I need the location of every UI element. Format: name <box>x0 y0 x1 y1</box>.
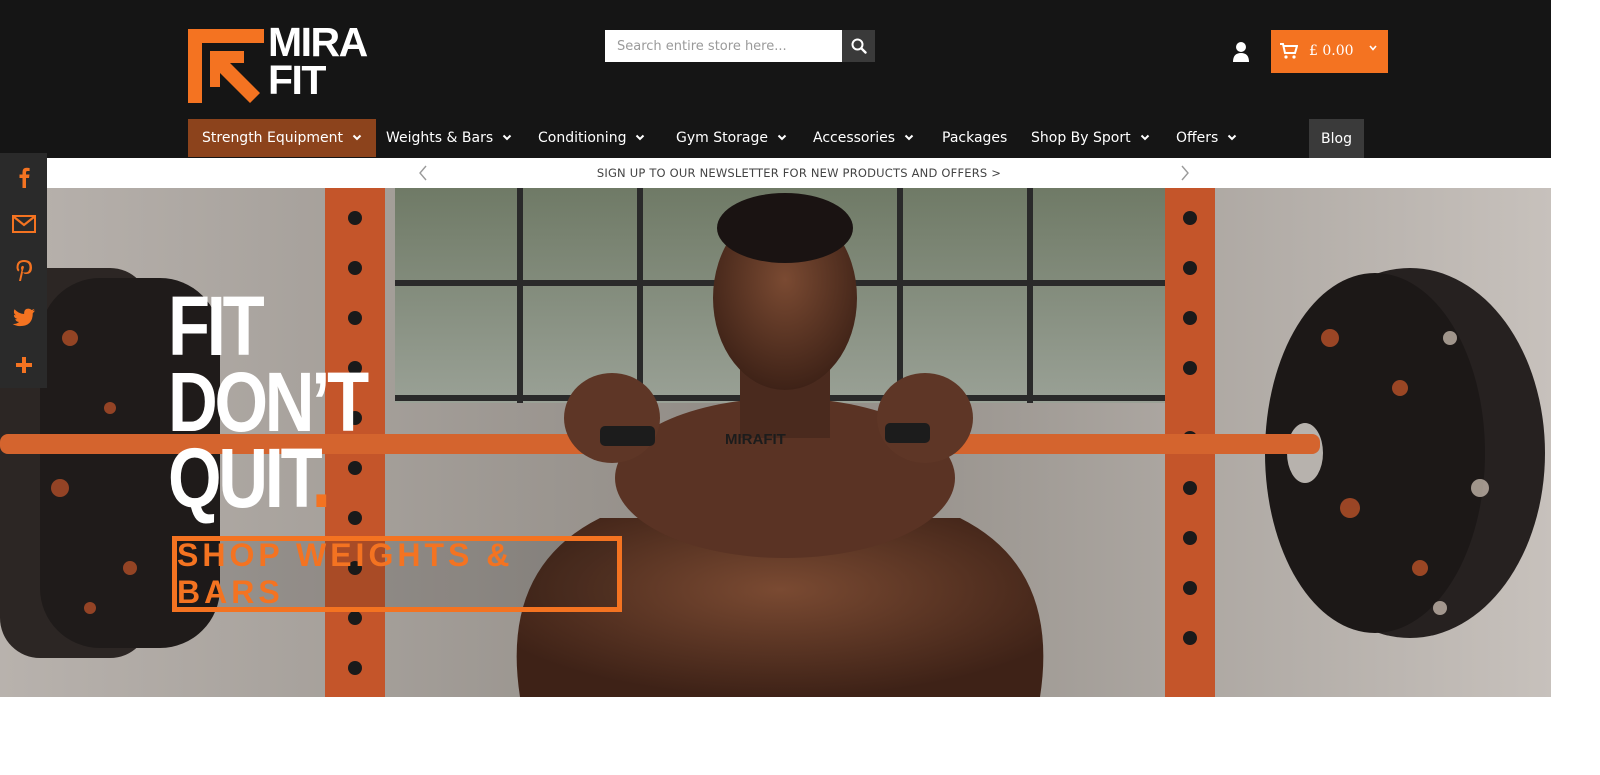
chevron-down-icon <box>502 134 512 141</box>
twitter-icon <box>12 308 35 326</box>
nav-item-offers[interactable]: Offers <box>1176 119 1237 157</box>
hero-headline-line-2: DON’T <box>168 355 369 449</box>
bar-brand-text: MIRAFIT <box>725 431 786 448</box>
nav-item-gym-storage[interactable]: Gym Storage <box>676 119 787 157</box>
chevron-down-icon <box>1140 134 1149 141</box>
search-icon <box>851 38 867 54</box>
account-icon[interactable] <box>1230 40 1252 64</box>
hero-headline: FIT DON’T QUIT. <box>168 279 369 520</box>
chevron-down-icon <box>904 134 914 141</box>
chevron-down-icon <box>636 134 645 141</box>
mirafit-logo[interactable]: MIRA FIT <box>188 22 388 105</box>
search-button[interactable] <box>842 30 875 62</box>
logo-line-2: FIT <box>268 57 326 103</box>
nav-item-label: Weights & Bars <box>386 130 494 146</box>
nav-item-label: Accessories <box>813 130 896 146</box>
chevron-down-icon <box>777 134 787 141</box>
hero-banner[interactable]: MIRAFIT FIT DON’T QUIT. SHOP WEIGHTS & B… <box>0 188 1551 697</box>
hero-headline-dot: . <box>311 431 331 525</box>
share-pinterest-button[interactable] <box>0 247 47 294</box>
nav-item-label: Gym Storage <box>676 130 768 146</box>
hero-headline-word: QUIT <box>168 431 315 525</box>
plus-icon <box>15 356 32 373</box>
share-twitter-button[interactable] <box>0 294 47 341</box>
chevron-down-icon <box>1369 45 1377 51</box>
hero-headline-line-1: FIT <box>168 279 265 373</box>
nav-item-label: Conditioning <box>538 130 627 146</box>
logo-mark-icon <box>188 29 264 103</box>
gmail-icon <box>11 214 36 233</box>
mini-cart-button[interactable]: £ 0.00 <box>1271 30 1388 73</box>
hero-headline-line-3: QUIT. <box>168 436 366 520</box>
nav-item-conditioning[interactable]: Conditioning <box>538 119 645 157</box>
nav-item-label: Offers <box>1176 130 1219 146</box>
chevron-right-icon[interactable] <box>1179 165 1191 181</box>
nav-item-packages[interactable]: Packages <box>942 119 1007 157</box>
logo-line-1: MIRA <box>268 19 368 65</box>
share-email-button[interactable] <box>0 200 47 247</box>
nav-item-label: Shop By Sport <box>1031 130 1131 146</box>
social-share-bar <box>0 153 47 388</box>
cart-icon <box>1280 43 1298 59</box>
shop-weights-bars-button[interactable]: SHOP WEIGHTS & BARS <box>172 536 622 612</box>
cart-total: £ 0.00 <box>1309 43 1354 59</box>
search-input[interactable] <box>605 30 842 62</box>
search-bar <box>605 30 875 62</box>
newsletter-banner: SIGN UP TO OUR NEWSLETTER FOR NEW PRODUC… <box>47 158 1551 188</box>
site-header: MIRA FIT £ 0.00 Strength Equipment <box>0 0 1551 158</box>
logo-wordmark: MIRA FIT <box>268 19 368 103</box>
nav-item-label: Packages <box>942 130 1008 146</box>
pinterest-icon <box>16 259 32 281</box>
nav-item-accessories[interactable]: Accessories <box>813 119 914 157</box>
nav-item-shop-by-sport[interactable]: Shop By Sport <box>1031 119 1150 157</box>
chevron-down-icon <box>352 134 362 141</box>
main-navigation: Strength Equipment Weights & Bars Condit… <box>188 119 1388 158</box>
nav-item-weights-bars[interactable]: Weights & Bars <box>386 119 512 157</box>
chevron-down-icon <box>1228 134 1237 141</box>
share-more-button[interactable] <box>0 341 47 388</box>
nav-item-label: Strength Equipment <box>202 130 344 146</box>
share-facebook-button[interactable] <box>0 153 47 200</box>
newsletter-signup-link[interactable]: SIGN UP TO OUR NEWSLETTER FOR NEW PRODUC… <box>47 166 1551 180</box>
nav-item-strength-equipment[interactable]: Strength Equipment <box>188 119 377 157</box>
facebook-icon <box>19 167 30 188</box>
nav-item-blog[interactable]: Blog <box>1309 119 1364 158</box>
